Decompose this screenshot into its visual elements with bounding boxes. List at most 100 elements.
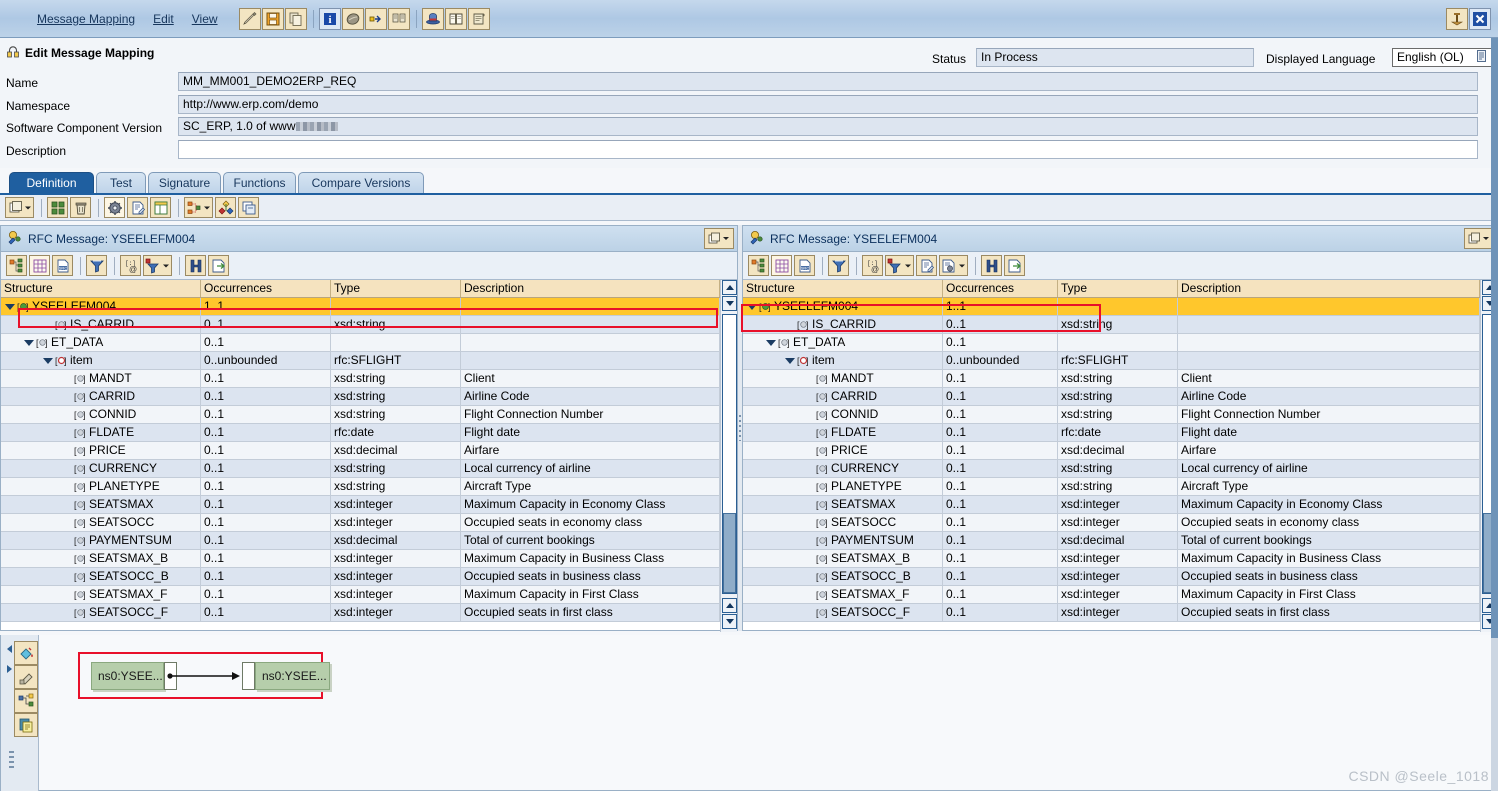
table-row[interactable]: [] PLANETYPE 0..1 xsd:string Aircraft Type bbox=[1, 478, 720, 496]
source-scroll-down-button[interactable] bbox=[722, 296, 737, 311]
menu-message-mapping[interactable]: Message Mapping bbox=[28, 10, 144, 28]
scroll-icon[interactable] bbox=[467, 7, 490, 30]
find-icon[interactable] bbox=[981, 255, 1002, 276]
chevron-down-icon[interactable] bbox=[746, 301, 757, 312]
filter-funnel-icon[interactable] bbox=[828, 255, 849, 276]
table-row[interactable]: [] ET_DATA 0..1 bbox=[1, 334, 720, 352]
source-src-icon[interactable]: SRC bbox=[794, 255, 815, 276]
export-icon[interactable] bbox=[208, 255, 229, 276]
grid-icon[interactable] bbox=[771, 255, 792, 276]
table-row[interactable]: [] item 0..unbounded rfc:SFLIGHT bbox=[1, 352, 720, 370]
tab-signature[interactable]: Signature bbox=[148, 172, 221, 194]
source-scroll-page-down-button[interactable] bbox=[722, 614, 737, 629]
table-row[interactable]: [] PAYMENTSUM 0..1 xsd:decimal Total of curr… bbox=[743, 532, 1480, 550]
table-row[interactable]: [] IS_CARRID 0..1 xsd:string bbox=[1, 316, 720, 334]
source-scroll-up-button[interactable] bbox=[722, 280, 737, 295]
table-row[interactable]: [] IS_CARRID 0..1 xsd:string bbox=[743, 316, 1480, 334]
grid-icon[interactable] bbox=[29, 255, 50, 276]
table-row[interactable]: [] SEATSOCC_F 0..1 xsd:integer Occupied seat… bbox=[743, 604, 1480, 622]
pen-edit-icon[interactable] bbox=[238, 7, 261, 30]
col-structure[interactable]: Structure bbox=[743, 280, 943, 297]
description-field[interactable] bbox=[178, 140, 1478, 159]
table-row[interactable]: [] SEATSMAX_F 0..1 xsd:integer Maximum Capac… bbox=[743, 586, 1480, 604]
tab-test[interactable]: Test bbox=[96, 172, 146, 194]
table-row[interactable]: [] SEATSMAX_B 0..1 xsd:integer Maximum Capac… bbox=[1, 550, 720, 568]
software-component-version-field[interactable]: SC_ERP, 1.0 of www bbox=[178, 117, 1478, 136]
dropdown-list-icon[interactable] bbox=[1477, 49, 1487, 66]
window-stack-icon[interactable] bbox=[5, 197, 34, 218]
table-row[interactable]: [] MANDT 0..1 xsd:string Client bbox=[743, 370, 1480, 388]
settings-gear-icon[interactable] bbox=[104, 197, 125, 218]
table-row[interactable]: [] PRICE 0..1 xsd:decimal Airfare bbox=[1, 442, 720, 460]
col-structure[interactable]: Structure bbox=[1, 280, 201, 297]
eraser-icon[interactable] bbox=[14, 665, 38, 689]
info-icon[interactable]: i bbox=[318, 7, 341, 30]
tab-definition[interactable]: Definition bbox=[9, 172, 94, 194]
source-vertical-scrollbar[interactable] bbox=[720, 280, 737, 632]
table-row[interactable]: [] FLDATE 0..1 rfc:date Flight date bbox=[743, 424, 1480, 442]
table-row[interactable]: [] SEATSOCC 0..1 xsd:integer Occupied seats … bbox=[743, 514, 1480, 532]
filter-funnel-icon[interactable] bbox=[86, 255, 107, 276]
table-row[interactable]: [] SEATSOCC_F 0..1 xsd:integer Occupied seat… bbox=[1, 604, 720, 622]
table-row[interactable]: [] PLANETYPE 0..1 xsd:string Aircraft Type bbox=[743, 478, 1480, 496]
col-type[interactable]: Type bbox=[331, 280, 461, 297]
paint-bucket-icon[interactable] bbox=[14, 641, 38, 665]
table-row[interactable]: [] MANDT 0..1 xsd:string Client bbox=[1, 370, 720, 388]
navigate-icon[interactable] bbox=[364, 7, 387, 30]
structure-link-icon[interactable] bbox=[14, 689, 38, 713]
table-row[interactable]: [] SEATSMAX 0..1 xsd:integer Maximum Capacit… bbox=[743, 496, 1480, 514]
mapping-canvas[interactable]: ns0:YSEE... ns0:YSEE... bbox=[39, 635, 1497, 790]
find-icon[interactable] bbox=[185, 255, 206, 276]
clipboard-icon[interactable] bbox=[14, 713, 38, 737]
table-row[interactable]: [] CONNID 0..1 xsd:string Flight Connection … bbox=[1, 406, 720, 424]
delete-icon[interactable] bbox=[70, 197, 91, 218]
pin-icon[interactable] bbox=[1446, 7, 1468, 30]
target-panel-maximize-button[interactable] bbox=[1464, 228, 1494, 249]
namespace-at-icon[interactable]: [:] @ bbox=[120, 255, 141, 276]
table-row[interactable]: [] PRICE 0..1 xsd:decimal Airfare bbox=[743, 442, 1480, 460]
table-row[interactable]: [] CURRENCY 0..1 xsd:string Local currency o… bbox=[743, 460, 1480, 478]
col-type[interactable]: Type bbox=[1058, 280, 1178, 297]
col-occurrences[interactable]: Occurrences bbox=[943, 280, 1058, 297]
table-row[interactable]: [] SEATSOCC 0..1 xsd:integer Occupied seats … bbox=[1, 514, 720, 532]
table-row[interactable]: [] FLDATE 0..1 rfc:date Flight date bbox=[1, 424, 720, 442]
tree-structure-icon[interactable] bbox=[748, 255, 769, 276]
source-scroll-thumb[interactable] bbox=[723, 513, 736, 593]
namespace-field[interactable]: http://www.erp.com/demo bbox=[178, 95, 1478, 114]
filter-config-icon[interactable] bbox=[143, 255, 172, 276]
source-scroll-page-up-button[interactable] bbox=[722, 598, 737, 613]
book-icon[interactable] bbox=[444, 7, 467, 30]
filter-config-icon[interactable] bbox=[885, 255, 914, 276]
table-row[interactable]: [] CURRENCY 0..1 xsd:string Local currency o… bbox=[1, 460, 720, 478]
source-src-icon[interactable]: SRC bbox=[52, 255, 73, 276]
save-icon[interactable] bbox=[261, 7, 284, 30]
chevron-down-icon[interactable] bbox=[784, 355, 795, 366]
chevron-down-icon[interactable] bbox=[4, 301, 15, 312]
table-row[interactable]: [] SEATSMAX_F 0..1 xsd:integer Maximum Capac… bbox=[1, 586, 720, 604]
grid-blocks-icon[interactable] bbox=[47, 197, 68, 218]
colors-icon[interactable] bbox=[215, 197, 236, 218]
document-edit-icon[interactable] bbox=[916, 255, 937, 276]
settings-doc-icon[interactable] bbox=[939, 255, 968, 276]
table-row[interactable]: [] PAYMENTSUM 0..1 xsd:decimal Total of curr… bbox=[1, 532, 720, 550]
table-row[interactable]: [] YSEELEFM004 1..1 bbox=[1, 298, 720, 316]
table-row[interactable]: [] SEATSOCC_B 0..1 xsd:integer Occupied seat… bbox=[743, 568, 1480, 586]
table-row[interactable]: [] CARRID 0..1 xsd:string Airline Code bbox=[743, 388, 1480, 406]
structure-map-icon[interactable] bbox=[184, 197, 213, 218]
table-row[interactable]: [] ET_DATA 0..1 bbox=[743, 334, 1480, 352]
object-icon[interactable] bbox=[341, 7, 364, 30]
table-row[interactable]: [] CARRID 0..1 xsd:string Airline Code bbox=[1, 388, 720, 406]
table-row[interactable]: [] CONNID 0..1 xsd:string Flight Connection … bbox=[743, 406, 1480, 424]
document-edit-icon[interactable] bbox=[127, 197, 148, 218]
close-icon[interactable] bbox=[1469, 7, 1491, 30]
tab-compare-versions[interactable]: Compare Versions bbox=[298, 172, 424, 194]
copy-icon[interactable] bbox=[284, 7, 307, 30]
compare-icon[interactable] bbox=[387, 7, 410, 30]
tab-functions[interactable]: Functions bbox=[223, 172, 296, 194]
table-row[interactable]: [] SEATSMAX 0..1 xsd:integer Maximum Capacit… bbox=[1, 496, 720, 514]
chevron-down-icon[interactable] bbox=[42, 355, 53, 366]
source-panel-maximize-button[interactable] bbox=[704, 228, 734, 249]
hat-icon[interactable] bbox=[421, 7, 444, 30]
rail-collapse-handles[interactable] bbox=[5, 639, 14, 699]
mapping-source-node[interactable]: ns0:YSEE... bbox=[91, 662, 164, 690]
